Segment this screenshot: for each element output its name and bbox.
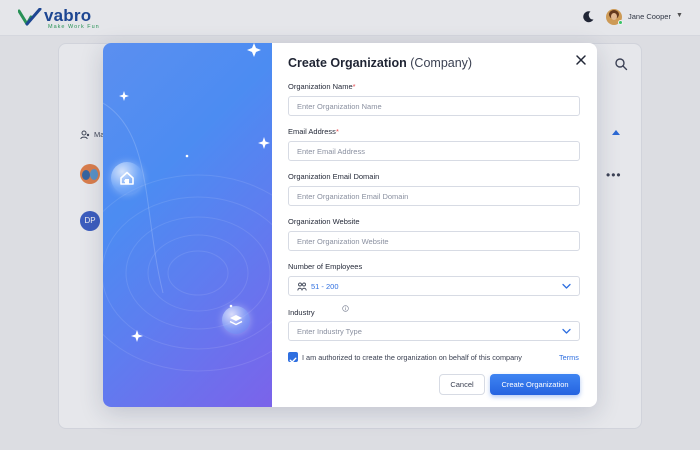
employees-label: Number of Employees [288,262,363,271]
hero-illustration [103,43,272,407]
industry-placeholder: Enter Industry Type [297,327,362,336]
org-name-field[interactable] [288,96,580,116]
website-field[interactable] [288,231,580,251]
org-name-input[interactable] [289,97,579,115]
required-mark: * [352,82,356,91]
website-input[interactable] [289,232,579,250]
create-organization-button[interactable]: Create Organization [490,374,580,395]
email-input[interactable] [289,142,579,160]
layers-icon [229,315,243,326]
organization-form: Create Organization (Company) Organizati… [272,43,597,407]
chevron-down-icon [562,283,571,289]
employees-value: 51 - 200 [311,282,339,291]
modal-title-sub: (Company) [410,56,473,70]
email-label-text: Email Address [288,127,336,136]
check-icon [289,357,297,363]
terms-link[interactable]: Terms [559,353,579,362]
website-label: Organization Website [288,217,360,226]
close-icon[interactable] [574,53,588,67]
consent-checkbox[interactable] [288,352,298,363]
modal-title-main: Create Organization [288,56,407,70]
domain-label: Organization Email Domain [288,172,380,181]
email-label: Email Address* [288,127,339,136]
home-bubble [111,162,143,194]
consent-text: I am authorized to create the organizati… [302,353,522,362]
employees-icon [297,282,307,291]
required-mark: * [335,127,339,136]
create-organization-modal: Create Organization (Company) Organizati… [103,43,597,407]
industry-label: Industry [288,308,315,317]
chevron-down-icon [562,328,571,334]
domain-field[interactable] [288,186,580,206]
cancel-button[interactable]: Cancel [439,374,485,395]
home-icon [120,171,134,185]
domain-input[interactable] [289,187,579,205]
industry-select[interactable]: Enter Industry Type [288,321,580,341]
org-name-label-text: Organization Name [288,82,353,91]
hero-decoration [103,43,272,372]
email-field[interactable] [288,141,580,161]
employees-select[interactable]: 51 - 200 [288,276,580,296]
info-icon[interactable] [342,305,349,312]
org-name-label: Organization Name* [288,82,356,91]
modal-title: Create Organization (Company) [288,56,472,70]
layers-bubble [222,306,250,334]
